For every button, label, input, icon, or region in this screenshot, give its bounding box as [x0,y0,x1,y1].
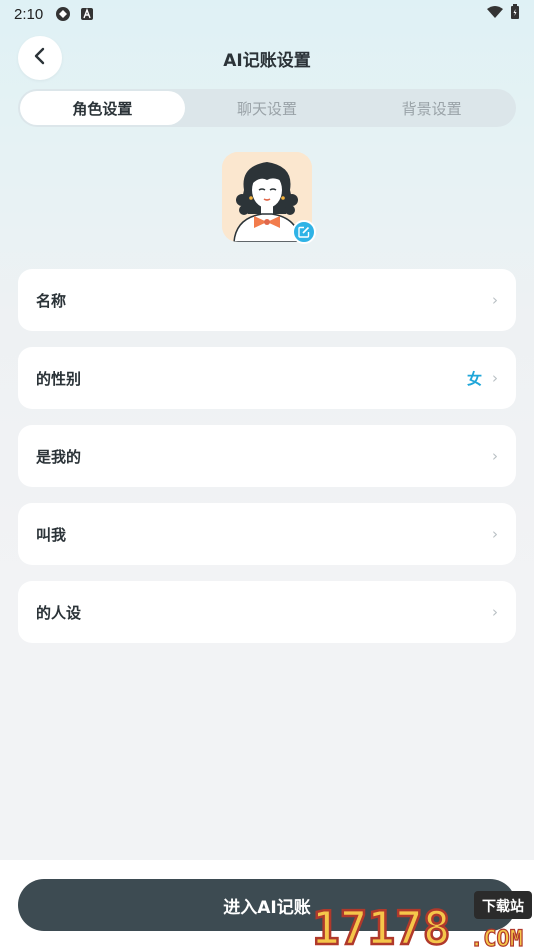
battery-icon [510,4,520,24]
watermark-logo: 17178 下载站 .COM [311,888,534,950]
setting-row-nickname[interactable]: 叫我 › [18,503,516,565]
chevron-right-icon: › [492,603,498,621]
chevron-right-icon: › [492,291,498,309]
watermark-tag: 下载站 [482,898,524,915]
status-bar: 2:10 [0,0,534,28]
setting-label: 的性别 [36,369,82,388]
setting-label: 是我的 [36,447,82,466]
watermark-number: 17178 [312,901,450,950]
page-title: AI记账设置 [223,51,311,71]
setting-label: 的人设 [36,603,82,622]
chevron-right-icon: › [492,369,498,387]
edit-icon [298,223,310,242]
tab-role-settings[interactable]: 角色设置 [20,91,185,125]
chevron-right-icon: › [492,525,498,543]
setting-row-persona[interactable]: 的人设 › [18,581,516,643]
watermark-suffix: .COM [470,927,523,950]
setting-row-name[interactable]: 名称 › [18,269,516,331]
tab-chat-settings[interactable]: 聊天设置 [185,91,350,125]
tab-background-settings[interactable]: 背景设置 [349,91,514,125]
setting-label: 叫我 [36,525,67,544]
setting-value: 女 [466,369,482,388]
wifi-icon [486,5,504,23]
app-a-icon [79,6,95,22]
app-notification-icon [55,6,71,22]
tab-bar: 角色设置 聊天设置 背景设置 [18,89,516,127]
setting-row-relationship[interactable]: 是我的 › [18,425,516,487]
setting-row-gender[interactable]: 的性别 女 › [18,347,516,409]
edit-avatar-button[interactable] [292,220,316,244]
status-right [486,4,520,24]
setting-label: 名称 [36,291,67,310]
avatar-container[interactable] [222,152,316,244]
status-time: 2:10 [14,5,44,23]
chevron-right-icon: › [492,447,498,465]
